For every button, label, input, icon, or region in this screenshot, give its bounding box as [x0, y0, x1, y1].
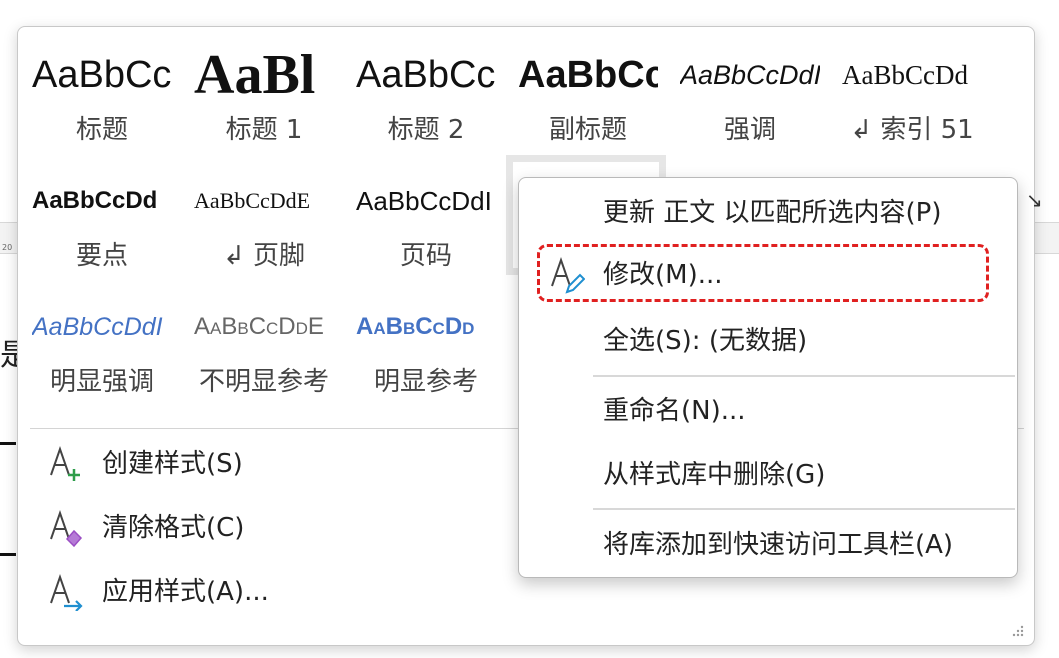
create-style-icon: [50, 445, 80, 481]
style-subtitle[interactable]: AaBbCc 副标题: [504, 27, 664, 147]
style-name: ↲ 索引 51: [850, 115, 974, 145]
menu-select-all[interactable]: 全选(S): (无数据): [519, 312, 1017, 370]
style-name: 标题 1: [225, 115, 303, 145]
style-name: 副标题: [548, 115, 627, 145]
menu-item-label: 全选(S): (无数据): [603, 326, 808, 356]
menu-item-label: 重命名(N)...: [603, 396, 746, 426]
style-name: 强调: [723, 115, 776, 145]
style-footer[interactable]: AaBbCcDdE ↲ 页脚: [180, 153, 340, 273]
style-preview: AaBl: [194, 53, 316, 97]
menu-item-label: 从样式库中删除(G): [603, 460, 826, 490]
style-preview: AaBbCcDd: [32, 187, 158, 214]
highlight-annotation: [537, 244, 989, 302]
clear-formatting-label: 清除格式(C): [102, 513, 245, 543]
document-text: 是: [0, 338, 18, 373]
menu-update-to-match[interactable]: 更新 正文 以匹配所选内容(P): [519, 184, 1017, 242]
style-key-point[interactable]: AaBbCcDd 要点: [18, 153, 178, 273]
style-preview: AaBbCc: [518, 54, 658, 96]
style-context-menu: 更新 正文 以匹配所选内容(P) 修改(M)... 全选(S): (无数据) 重…: [518, 177, 1018, 578]
clear-formatting-icon: [50, 509, 83, 547]
style-name: 页码: [399, 241, 452, 271]
style-preview: AaBbCcDdI: [680, 60, 820, 90]
style-preview: AaBbCcDdE: [194, 188, 311, 213]
document-rule: [0, 442, 16, 445]
menu-separator: [593, 375, 1015, 377]
menu-separator: [593, 508, 1015, 510]
style-page-number[interactable]: AaBbCcDdI 页码: [342, 153, 502, 273]
menu-rename[interactable]: 重命名(N)...: [519, 382, 1017, 440]
menu-add-to-quick-access[interactable]: 将库添加到快速访问工具栏(A): [519, 516, 1017, 574]
create-style-label: 创建样式(S): [102, 449, 243, 479]
style-name: 标题 2: [387, 115, 465, 145]
apply-styles-icon: [50, 573, 83, 611]
style-title[interactable]: AaBbCc 标题: [18, 27, 178, 147]
style-preview: AaBbCcDd: [842, 60, 968, 90]
ruler-number: 20: [2, 243, 13, 252]
style-preview: AaBbCcDdE: [194, 313, 324, 340]
style-intense-reference[interactable]: AaBbCcDd 明显参考: [342, 279, 502, 399]
style-heading-2[interactable]: AaBbCc 标题 2: [342, 27, 502, 147]
style-intense-emphasis[interactable]: AaBbCcDdI 明显强调: [18, 279, 178, 399]
apply-styles-button[interactable]: 应用样式(A)...: [48, 569, 488, 615]
style-heading-1[interactable]: AaBl 标题 1: [180, 27, 340, 147]
style-preview: AaBbCc: [356, 54, 496, 96]
resize-grip-icon[interactable]: [1012, 625, 1024, 637]
style-preview: AaBbCc: [32, 54, 172, 96]
create-style-button[interactable]: 创建样式(S): [48, 441, 488, 487]
style-emphasis[interactable]: AaBbCcDdI 强调: [666, 27, 826, 147]
style-name: ↲ 页脚: [222, 241, 306, 271]
menu-item-label: 将库添加到快速访问工具栏(A): [603, 530, 954, 560]
style-name: 明显强调: [49, 367, 154, 397]
menu-remove-from-gallery[interactable]: 从样式库中删除(G): [519, 446, 1017, 504]
clear-formatting-button[interactable]: 清除格式(C): [48, 505, 488, 551]
style-subtle-reference[interactable]: AaBbCcDdE 不明显参考: [180, 279, 340, 399]
style-name: 标题: [75, 115, 128, 145]
style-preview: AaBbCcDd: [356, 313, 475, 340]
style-preview: AaBbCcDdI: [32, 313, 163, 341]
style-index-51[interactable]: AaBbCcDd ↲ 索引 51: [828, 27, 988, 147]
style-name: 明显参考: [373, 367, 478, 397]
apply-styles-label: 应用样式(A)...: [102, 577, 269, 607]
document-rule: [0, 553, 16, 556]
style-name: 要点: [75, 241, 128, 271]
menu-item-label: 更新 正文 以匹配所选内容(P): [603, 198, 942, 228]
style-preview: AaBbCcDdI: [356, 186, 492, 216]
style-name: 不明显参考: [198, 367, 329, 397]
dialog-launcher-icon[interactable]: ↘: [1026, 188, 1043, 212]
